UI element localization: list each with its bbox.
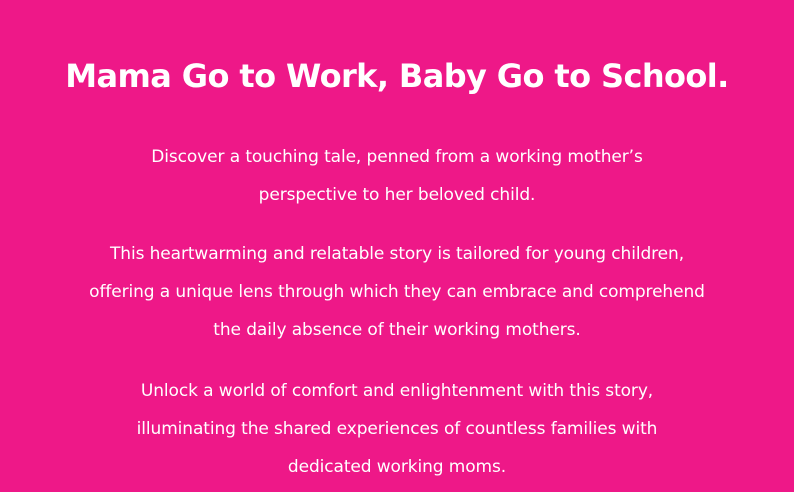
intro-paragraph: Discover a touching tale, penned from a … — [151, 147, 643, 205]
closing-paragraph: Unlock a world of comfort and enlightenm… — [136, 381, 658, 477]
story-description-paragraph: This heartwarming and relatable story is… — [89, 244, 705, 340]
page-title: Mama Go to Work, Baby Go to School. — [65, 57, 729, 95]
hero-section: Mama Go to Work, Baby Go to School. Disc… — [0, 0, 794, 492]
